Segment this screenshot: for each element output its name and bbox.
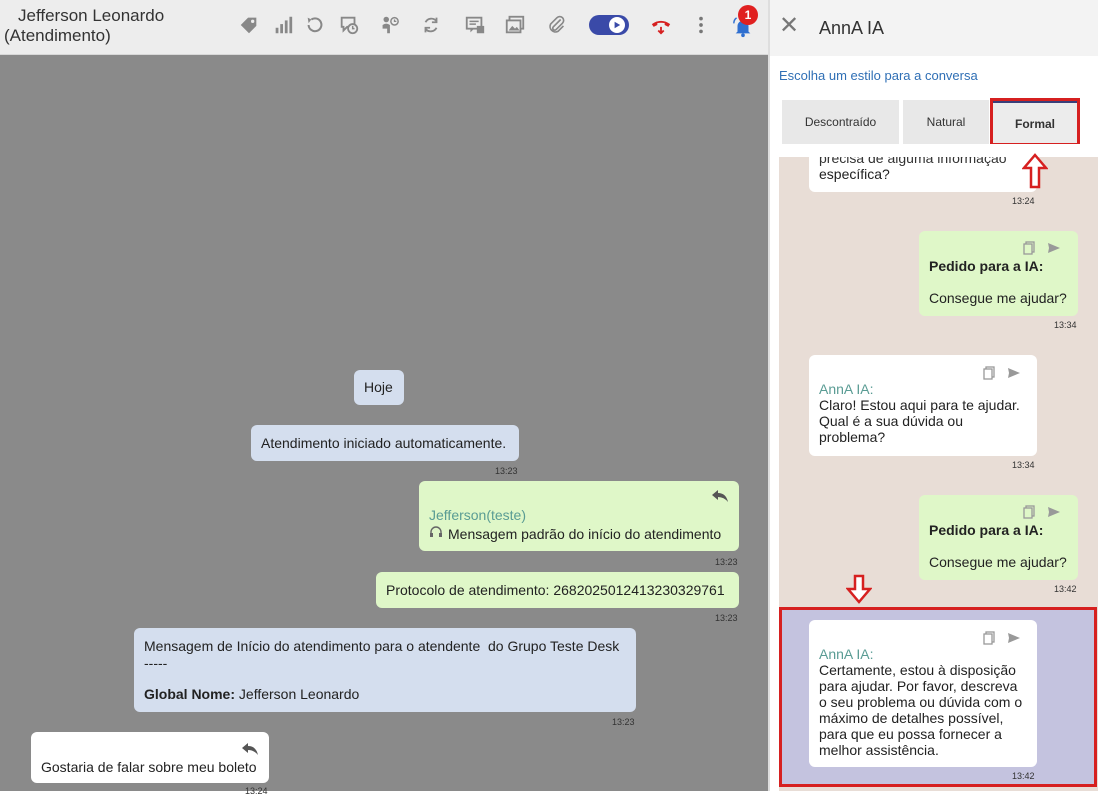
contact-status: (Atendimento) bbox=[4, 26, 111, 45]
transfer-icon[interactable] bbox=[376, 12, 402, 38]
tab-natural[interactable]: Natural bbox=[903, 100, 989, 144]
message-text: Gostaria de falar sobre meu boleto bbox=[41, 759, 257, 775]
ai-response-text: Claro! Estou aqui para te ajudar. Qual é… bbox=[819, 397, 1020, 445]
message-time: 13:23 bbox=[612, 717, 635, 727]
send-icon[interactable] bbox=[1007, 366, 1021, 380]
schedule-icon[interactable] bbox=[336, 12, 362, 38]
send-icon[interactable] bbox=[1007, 631, 1021, 645]
tab-descontraido[interactable]: Descontraído bbox=[782, 100, 899, 144]
arrow-down-icon bbox=[846, 574, 872, 604]
ai-sender: AnnA IA: bbox=[819, 381, 874, 397]
close-icon[interactable]: ✕ bbox=[778, 14, 800, 38]
sender-name: Jefferson(teste) bbox=[429, 507, 527, 523]
ai-response-message: AnnA IA: Claro! Estou aqui para te ajuda… bbox=[809, 355, 1037, 456]
message-time: 13:34 bbox=[1054, 320, 1077, 330]
tag-icon[interactable] bbox=[236, 12, 262, 38]
ai-response-text: Certamente, estou à disposição para ajud… bbox=[819, 662, 1023, 758]
headset-icon bbox=[429, 525, 443, 543]
arrow-up-icon bbox=[1022, 153, 1048, 189]
play-icon bbox=[609, 17, 625, 33]
request-label: Pedido para a IA: bbox=[929, 522, 1044, 538]
signal-icon[interactable] bbox=[270, 12, 296, 38]
ai-message-text: específica? bbox=[819, 166, 890, 182]
copy-icon[interactable] bbox=[1023, 505, 1037, 519]
message-time: 13:23 bbox=[715, 557, 738, 567]
send-icon[interactable] bbox=[1047, 241, 1061, 255]
ai-request-message: Pedido para a IA: Consegue me ajudar? bbox=[919, 231, 1078, 316]
refresh-icon[interactable] bbox=[418, 12, 444, 38]
copy-icon[interactable] bbox=[983, 631, 997, 645]
hangup-icon[interactable] bbox=[648, 12, 674, 38]
reply-icon[interactable] bbox=[241, 742, 259, 760]
highlight-box bbox=[990, 98, 1080, 146]
ai-sender: AnnA IA: bbox=[819, 646, 874, 662]
tabs-mask bbox=[779, 144, 1098, 157]
message-time: 13:24 bbox=[245, 786, 268, 796]
copy-icon[interactable] bbox=[1023, 241, 1037, 255]
reply-icon[interactable] bbox=[711, 489, 729, 507]
gallery-icon[interactable] bbox=[502, 12, 528, 38]
send-icon[interactable] bbox=[1047, 505, 1061, 519]
message-time: 13:34 bbox=[1012, 460, 1035, 470]
more-icon[interactable] bbox=[688, 12, 714, 38]
request-label: Pedido para a IA: bbox=[929, 258, 1044, 274]
start-message: Mensagem de Início do atendimento para o… bbox=[134, 628, 636, 712]
date-chip: Hoje bbox=[354, 370, 404, 405]
style-prompt: Escolha um estilo para a conversa bbox=[779, 68, 978, 83]
message-time: 13:24 bbox=[1012, 196, 1035, 206]
notification-badge: 1 bbox=[738, 5, 758, 25]
message-time: 13:42 bbox=[1054, 584, 1077, 594]
contact-name: Jefferson Leonardo bbox=[18, 6, 165, 25]
panel-divider bbox=[768, 0, 770, 791]
message-time: 13:42 bbox=[1012, 771, 1035, 781]
panel-title: AnnA IA bbox=[819, 18, 885, 38]
history-icon[interactable] bbox=[302, 12, 328, 38]
outgoing-message: Jefferson(teste) Mensagem padrão do iníc… bbox=[419, 481, 739, 551]
toggle-switch[interactable] bbox=[589, 15, 629, 35]
message-text-row: Mensagem padrão do início do atendimento bbox=[429, 525, 721, 543]
protocol-message: Protocolo de atendimento: 26820250124132… bbox=[376, 572, 739, 608]
ai-response-message: AnnA IA: Certamente, estou à disposição … bbox=[809, 620, 1037, 767]
attach-icon[interactable] bbox=[544, 12, 570, 38]
message-time: 13:23 bbox=[715, 613, 738, 623]
request-text: Consegue me ajudar? bbox=[929, 290, 1067, 306]
copy-icon[interactable] bbox=[983, 366, 997, 380]
ai-request-message: Pedido para a IA: Consegue me ajudar? bbox=[919, 495, 1078, 580]
request-text: Consegue me ajudar? bbox=[929, 554, 1067, 570]
chat-template-icon[interactable] bbox=[462, 12, 488, 38]
system-message: Atendimento iniciado automaticamente. bbox=[251, 425, 519, 461]
incoming-message: Gostaria de falar sobre meu boleto bbox=[31, 732, 269, 783]
message-time: 13:23 bbox=[495, 466, 518, 476]
message-text: Mensagem padrão do início do atendimento bbox=[448, 525, 722, 542]
